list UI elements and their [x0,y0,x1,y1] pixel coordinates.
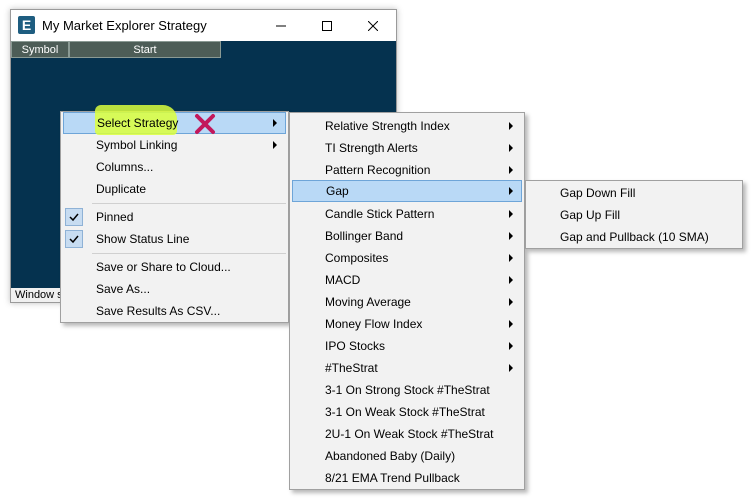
menu-item-label: Abandoned Baby (Daily) [325,449,456,463]
menu-item-label: Save As... [96,282,151,296]
menu-item-candle-stick-pattern[interactable]: Candle Stick Pattern [292,203,522,225]
menu-separator [92,203,286,204]
submenu-arrow-icon [509,187,513,195]
menu-item-label: Select Strategy [97,116,179,130]
menu-item-label: Save or Share to Cloud... [96,260,231,274]
submenu-arrow-icon [509,144,513,152]
menu-item-relative-strength-index[interactable]: Relative Strength Index [292,115,522,137]
menu-item-gap[interactable]: Gap [292,180,522,202]
window-title: My Market Explorer Strategy [42,18,207,33]
menu-item-3-1-weak-stock[interactable]: 3-1 On Weak Stock #TheStrat [292,401,522,423]
menu-item-label: Gap [326,184,349,198]
menu-item-label: #TheStrat [325,361,378,375]
close-button[interactable] [350,10,396,41]
menu-item-label: TI Strength Alerts [325,141,418,155]
menu-item-gap-down-fill[interactable]: Gap Down Fill [528,182,740,204]
menu-item-show-status-line[interactable]: Show Status Line [63,228,286,250]
menu-item-label: Pattern Recognition [325,163,431,177]
menu-item-label: Symbol Linking [96,138,178,152]
minimize-button[interactable] [258,10,304,41]
menu-separator [92,253,286,254]
menu-item-3-1-strong-stock[interactable]: 3-1 On Strong Stock #TheStrat [292,379,522,401]
menu-item-label: Money Flow Index [325,317,423,331]
submenu-arrow-icon [509,320,513,328]
checkmark-icon [65,230,83,248]
submenu-arrow-icon [509,342,513,350]
menu-item-label: 3-1 On Weak Stock #TheStrat [325,405,485,419]
menu-item-moving-average[interactable]: Moving Average [292,291,522,313]
menu-item-label: Moving Average [325,295,411,309]
menu-item-select-strategy[interactable]: Select Strategy [63,105,286,135]
menu-item-label: Gap and Pullback (10 SMA) [560,230,709,244]
menu-item-label: Columns... [96,160,154,174]
submenu-arrow-icon [509,298,513,306]
menu-item-gap-up-fill[interactable]: Gap Up Fill [528,204,740,226]
menu-item-label: Composites [325,251,389,265]
submenu-arrow-icon [509,210,513,218]
menu-item-abandoned-baby[interactable]: Abandoned Baby (Daily) [292,445,522,467]
red-x-annotation-icon [195,114,215,134]
menu-item-gap-and-pullback[interactable]: Gap and Pullback (10 SMA) [528,226,740,248]
menu-item-save-share-cloud[interactable]: Save or Share to Cloud... [63,256,286,278]
strategy-submenu: Relative Strength Index TI Strength Aler… [289,112,525,490]
menu-item-macd[interactable]: MACD [292,269,522,291]
menu-item-save-results-csv[interactable]: Save Results As CSV... [63,300,286,322]
menu-item-pinned[interactable]: Pinned [63,206,286,228]
menu-item-label: Show Status Line [96,232,190,246]
app-logo-icon: E [18,16,35,34]
menu-item-label: MACD [325,273,361,287]
menu-item-label: Duplicate [96,182,147,196]
submenu-arrow-icon [509,254,513,262]
menu-item-label: IPO Stocks [325,339,386,353]
menu-item-label: Gap Up Fill [560,208,621,222]
menu-item-money-flow-index[interactable]: Money Flow Index [292,313,522,335]
menu-item-label: 2U-1 On Weak Stock #TheStrat [325,427,494,441]
column-header-start[interactable]: Start [69,41,221,58]
submenu-arrow-icon [509,364,513,372]
submenu-arrow-icon [509,122,513,130]
menu-item-composites[interactable]: Composites [292,247,522,269]
menu-item-ema-trend-pullback[interactable]: 8/21 EMA Trend Pullback [292,467,522,489]
column-header-symbol[interactable]: Symbol [11,41,69,58]
submenu-arrow-icon [509,166,513,174]
menu-item-label: Relative Strength Index [325,119,450,133]
submenu-arrow-icon [273,119,277,127]
menu-item-label: Save Results As CSV... [96,304,221,318]
gap-submenu: Gap Down Fill Gap Up Fill Gap and Pullba… [525,180,743,249]
menu-item-columns[interactable]: Columns... [63,156,286,178]
title-bar[interactable]: E My Market Explorer Strategy [11,10,396,41]
submenu-arrow-icon [509,276,513,284]
menu-item-thestrat[interactable]: #TheStrat [292,357,522,379]
maximize-button[interactable] [304,10,350,41]
menu-item-pattern-recognition[interactable]: Pattern Recognition [292,159,522,181]
menu-item-label: Bollinger Band [325,229,404,243]
menu-item-save-as[interactable]: Save As... [63,278,286,300]
menu-item-label: Pinned [96,210,134,224]
close-icon [368,20,378,31]
minimize-icon [276,25,286,26]
menu-item-symbol-linking[interactable]: Symbol Linking [63,134,286,156]
menu-item-bollinger-band[interactable]: Bollinger Band [292,225,522,247]
menu-item-2u-1-weak-stock[interactable]: 2U-1 On Weak Stock #TheStrat [292,423,522,445]
menu-item-label: 8/21 EMA Trend Pullback [325,471,460,485]
menu-item-ipo-stocks[interactable]: IPO Stocks [292,335,522,357]
maximize-icon [322,20,332,31]
menu-item-label: Candle Stick Pattern [325,207,435,221]
menu-item-label: Gap Down Fill [560,186,636,200]
checkmark-icon [65,208,83,226]
menu-item-label: 3-1 On Strong Stock #TheStrat [325,383,490,397]
submenu-arrow-icon [509,232,513,240]
menu-item-duplicate[interactable]: Duplicate [63,178,286,200]
context-menu: Select Strategy Symbol Linking Columns..… [60,105,289,323]
submenu-arrow-icon [273,141,277,149]
menu-item-ti-strength-alerts[interactable]: TI Strength Alerts [292,137,522,159]
